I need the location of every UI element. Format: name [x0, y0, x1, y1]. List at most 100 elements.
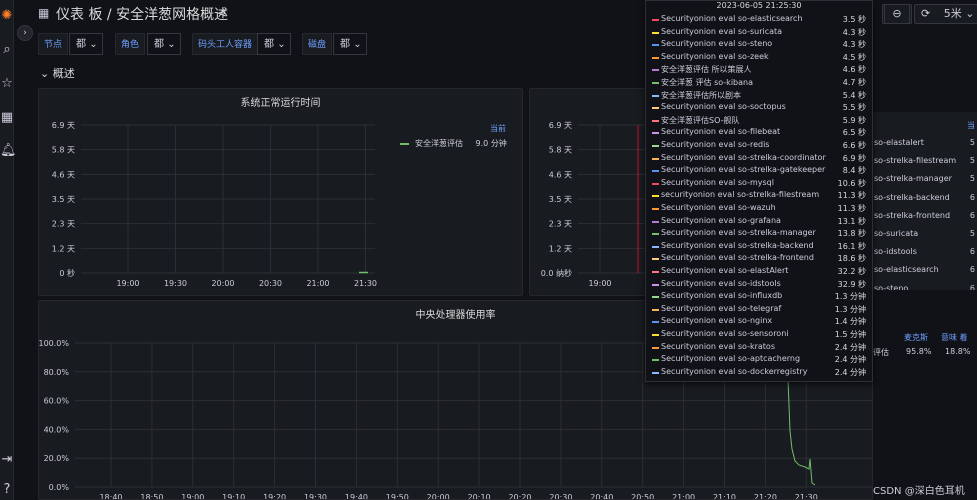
zoom-out-icon: ⊖: [892, 7, 902, 20]
series-swatch: [652, 119, 659, 122]
dashboard-grid-icon: ▦: [38, 6, 50, 20]
legend-item[interactable]: so-idstools 6: [873, 243, 977, 261]
series-name: Securityonion eval so-filebeat: [661, 127, 781, 137]
series-name: Securityonion eval so-idstools: [661, 278, 781, 288]
series-name: Securityonion eval so-suricata: [661, 26, 783, 36]
legend-item[interactable]: so-elastalert 5: [873, 134, 977, 152]
series-value: 1.3 分钟: [834, 292, 866, 302]
legend-item[interactable]: 安全洋葱评估 9.0 分钟: [400, 138, 507, 149]
legend-header-max: 麦克斯: [904, 333, 928, 342]
search-icon[interactable]: ⌕: [0, 42, 14, 58]
refresh-picker[interactable]: ⟳ 5米 ⌄: [914, 4, 977, 24]
x-tick-label: 19:40: [345, 493, 368, 500]
legend-item[interactable]: so-strelka-filestream 5: [873, 152, 977, 170]
grafana-logo-icon[interactable]: ✺: [0, 8, 14, 24]
chevron-down-icon: ⌄: [167, 39, 176, 50]
alerting-bell-icon[interactable]: 🔔︎: [0, 143, 17, 159]
series-value: 2.4 分钟: [834, 355, 866, 365]
series-value: 10.6 秒: [837, 178, 866, 188]
variable-select-disk[interactable]: 都 ⌄: [333, 33, 367, 55]
series-value: 5.9 秒: [842, 115, 866, 125]
right-legend-header-bg: 当: [873, 112, 977, 130]
x-tick-label: 20:30: [259, 279, 282, 288]
series-value: 2.4 分钟: [834, 342, 866, 352]
tooltip-row: Securityonion eval so-telegraf 1.3 分钟: [652, 304, 866, 316]
variable-select-docker-container[interactable]: 都 ⌄: [257, 33, 291, 55]
x-tick-label: 20:00: [427, 493, 450, 500]
x-tick-label: 19:00: [181, 493, 204, 500]
chevron-down-icon: ⌄: [89, 39, 98, 50]
x-tick-label: 21:30: [354, 279, 377, 288]
series-name: Securityonion eval so-zeek: [661, 51, 769, 61]
row-header-overview[interactable]: ⌄ 概述: [40, 65, 75, 81]
x-tick-label: 20:40: [590, 493, 613, 500]
chevron-down-icon: ⌄: [40, 67, 50, 80]
tooltip-row: Securityonion eval so-strelka-coordinato…: [652, 153, 866, 165]
watermark: CSDN @深白色耳机: [873, 486, 965, 497]
sign-out-icon[interactable]: ⇥: [0, 452, 14, 468]
legend-name: so-strelka-filestream: [874, 156, 957, 166]
tooltip-row: Securityonion eval so-sensoroni 1.5 分钟: [652, 329, 866, 341]
legend-value: 6: [969, 247, 975, 257]
series-swatch: [652, 334, 659, 336]
series-swatch: [652, 271, 659, 273]
series-value: 1.4 分钟: [834, 317, 866, 327]
x-tick-label: 20:20: [508, 493, 531, 500]
series-name: Securityonion eval so-elastAlert: [661, 266, 789, 275]
dashboards-icon[interactable]: ▦: [0, 110, 14, 126]
graph-tooltip: 2023-06-05 21:25:30 Securityonion eval s…: [645, 0, 873, 382]
legend-item[interactable]: so-steno 6: [873, 280, 977, 290]
series-swatch: [652, 56, 659, 59]
legend-item[interactable]: so-strelka-manager 5: [873, 170, 977, 188]
legend-item[interactable]: so-strelka-frontend 6: [873, 207, 977, 225]
right-legend-table: 麦克斯 意味 着 评估 95.8% 18.8%: [873, 327, 977, 367]
starred-icon[interactable]: ☆: [0, 76, 14, 92]
series-swatch: [652, 31, 659, 34]
series-name: Securityonion eval so-strelka-manager: [661, 228, 816, 238]
tooltip-row: Securityonion eval so-dockerregistry 2.4 …: [652, 367, 866, 379]
series-swatch: [652, 195, 659, 198]
series-swatch: [652, 296, 659, 299]
series-swatch: [652, 69, 659, 72]
series-name: Securityonion eval so-mysql: [661, 177, 774, 187]
x-tick-label: 20:30: [549, 493, 572, 500]
series-swatch: [652, 258, 659, 261]
tooltip-row: Securityonion eval so-kratos 2.4 分钟: [652, 342, 866, 354]
series-swatch: [652, 19, 659, 21]
series-value: 4.3 秒: [842, 27, 866, 37]
x-tick-label: 21:20: [754, 493, 777, 500]
x-tick-label: 19:50: [386, 493, 409, 500]
share-icon[interactable]: ⋖: [217, 6, 227, 20]
series-name: Securityonion eval so-strelka-coordinato…: [661, 152, 826, 162]
legend-header-current: 当: [967, 121, 975, 130]
series-name: 安全洋葱评估SO-舰队: [661, 115, 740, 125]
help-icon[interactable]: ?: [0, 482, 14, 498]
tooltip-row: 安全洋葱评估 所以策展人 4.6 秒: [652, 64, 866, 76]
series-value: 13.8 秒: [837, 229, 866, 239]
y-tick-label: 0.0 纳秒: [541, 268, 572, 278]
tooltip-row: Securityonion eval so-strelka-backend 16.…: [652, 241, 866, 253]
series-name: securityonion eval so-strelka-filestream: [661, 190, 820, 200]
page-title[interactable]: 仪表 板 / 安全洋葱网格概述: [56, 4, 228, 24]
variable-select-node[interactable]: 都 ⌄: [69, 33, 103, 55]
legend-item[interactable]: so-strelka-backend 6: [873, 189, 977, 207]
legend-item[interactable]: so-suricata 5: [873, 225, 977, 243]
series-name: Securityonion eval so-dockerregistry: [661, 366, 808, 376]
right-legend-list: 当 so-elastalert5so-strelka-filestream5so…: [873, 130, 977, 290]
series-value: 11.3 秒: [837, 191, 866, 201]
zoom-out-button[interactable]: ⊖: [884, 4, 910, 24]
tooltip-row: Securityonion eval so-mysql 10.6 秒: [652, 178, 866, 190]
series-value: 8.4 秒: [842, 166, 866, 176]
series-value: 6.9 秒: [842, 153, 866, 163]
panel-system-uptime[interactable]: 系统正常运行时间 6.9 天 5.8 天 4.6 天 3.5 天 2.3 天 1.2 天0…: [38, 88, 523, 296]
tooltip-row: Securityonion eval so-strelka-frontend 18…: [652, 253, 866, 265]
legend-item[interactable]: so-elasticsearch 6: [873, 261, 977, 279]
expand-sidebar-button[interactable]: ›: [17, 25, 33, 41]
y-tick-label: 6.9 天: [549, 121, 572, 130]
x-tick-label: 19:20: [263, 493, 286, 500]
legend-name: so-strelka-frontend: [874, 210, 951, 220]
series-name: Securityonion eval so-soctopus: [661, 102, 786, 112]
variable-select-role[interactable]: 都 ⌄: [147, 33, 181, 55]
legend-value-mean: 18.8%: [945, 347, 971, 356]
x-tick-label: 19:30: [304, 493, 327, 500]
